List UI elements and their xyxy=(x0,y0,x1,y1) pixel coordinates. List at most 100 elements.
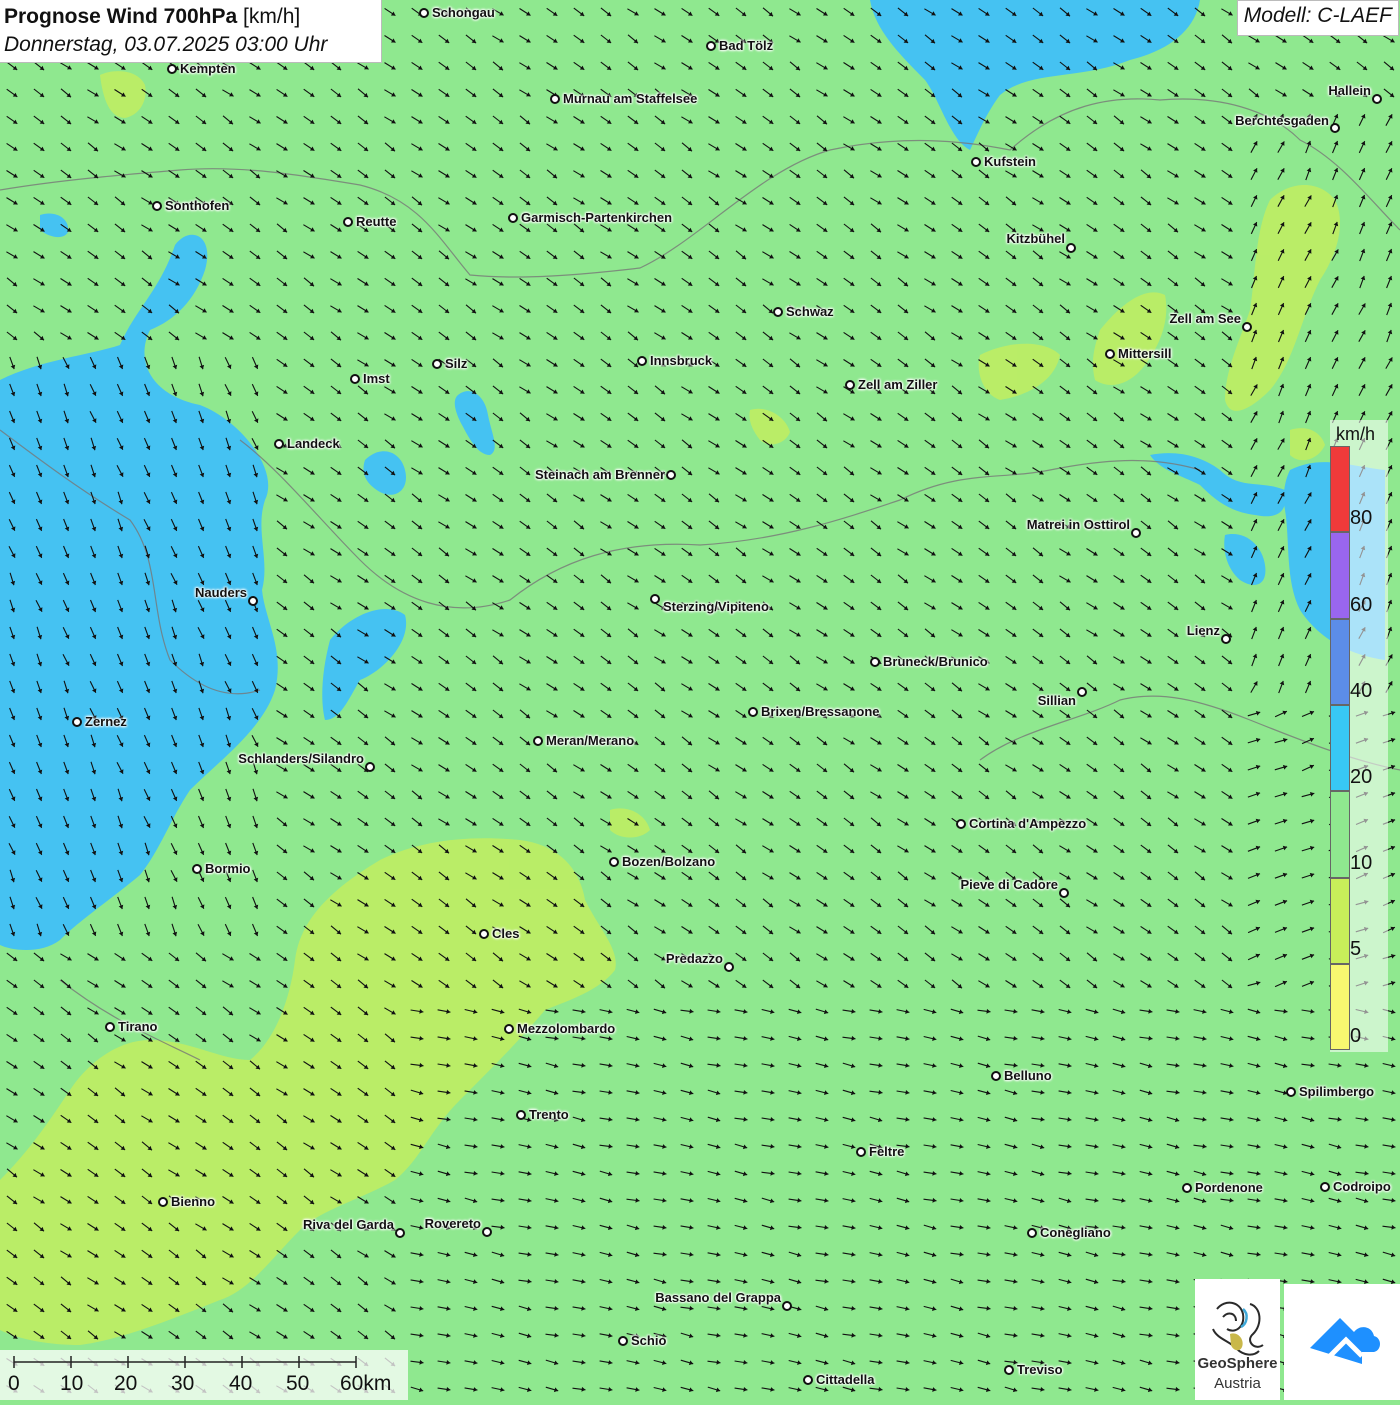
city-label: Kitzbühel xyxy=(1006,231,1066,246)
legend-label: 60 xyxy=(1350,594,1373,616)
city-marker xyxy=(274,439,284,449)
title-box: Prognose Wind 700hPa [km/h] Donnerstag, … xyxy=(0,0,382,63)
city-label: Treviso xyxy=(1017,1362,1063,1377)
legend-swatch xyxy=(1330,964,1350,1050)
city-label: Bienno xyxy=(171,1194,216,1209)
city-label: Schio xyxy=(631,1333,667,1348)
city-label: Feltre xyxy=(869,1144,905,1159)
city-label: Codroipo xyxy=(1333,1179,1391,1194)
cloud-arrow-icon xyxy=(1310,1318,1380,1364)
map-title: Prognose Wind 700hPa [km/h] xyxy=(4,5,301,28)
legend-label: 20 xyxy=(1350,766,1373,788)
city-label: Pordenone xyxy=(1195,1180,1263,1195)
legend-label: 10 xyxy=(1350,852,1373,874)
city-label: Mezzolombardo xyxy=(517,1021,616,1036)
city-label: Kufstein xyxy=(984,154,1036,169)
legend-swatch xyxy=(1330,532,1350,619)
city-label: Belluno xyxy=(1004,1068,1052,1083)
city-label: Meran/Merano xyxy=(546,733,635,748)
city-marker xyxy=(724,962,734,972)
forecast-datetime: Donnerstag, 03.07.2025 03:00 Uhr xyxy=(4,33,328,56)
city-marker xyxy=(637,356,647,366)
city-marker xyxy=(991,1071,1001,1081)
city-marker xyxy=(343,217,353,227)
legend-unit: km/h xyxy=(1336,424,1376,444)
city-marker xyxy=(192,864,202,874)
city-marker xyxy=(479,929,489,939)
legend-swatch xyxy=(1330,705,1350,791)
city-label: Pieve di Cadore xyxy=(960,877,1058,892)
city-marker xyxy=(706,41,716,51)
scale-label: 30 xyxy=(171,1372,195,1395)
city-marker xyxy=(152,201,162,211)
city-marker xyxy=(395,1228,405,1238)
city-label: Tirano xyxy=(118,1019,158,1034)
city-label: Berchtesgaden xyxy=(1235,113,1329,128)
city-label: Cittadella xyxy=(816,1372,875,1387)
city-marker xyxy=(1066,243,1076,253)
city-marker xyxy=(856,1147,866,1157)
legend-label: 80 xyxy=(1350,507,1373,529)
city-marker xyxy=(419,8,429,18)
city-marker xyxy=(350,374,360,384)
city-label: Bormio xyxy=(205,861,251,876)
city-marker xyxy=(845,380,855,390)
city-marker xyxy=(1330,123,1340,133)
city-label: Matrei in Osttirol xyxy=(1026,517,1130,532)
city-label: Sillian xyxy=(1037,693,1076,708)
city-marker xyxy=(803,1375,813,1385)
city-label: Murnau am Staffelsee xyxy=(563,91,698,106)
city-marker xyxy=(516,1110,526,1120)
scale-label: 0 xyxy=(8,1372,20,1395)
city-marker xyxy=(1242,322,1252,332)
app-logo[interactable] xyxy=(1284,1284,1400,1400)
city-label: Schlanders/Silandro xyxy=(238,751,364,766)
city-marker xyxy=(956,819,966,829)
city-label: Landeck xyxy=(287,436,340,451)
city-marker xyxy=(72,717,82,727)
legend-swatch xyxy=(1330,791,1350,878)
scale-label: 10 xyxy=(60,1372,84,1395)
city-marker xyxy=(550,94,560,104)
city-marker xyxy=(971,157,981,167)
city-label: Zell am Ziller xyxy=(858,377,938,392)
city-marker xyxy=(1105,349,1115,359)
model-label: Modell: C-LAEF xyxy=(1236,0,1399,36)
city-label: Mittersill xyxy=(1118,346,1172,361)
city-label: Sterzing/Vipiteno xyxy=(663,599,769,614)
city-label: Zell am See xyxy=(1169,311,1241,326)
legend-label: 0 xyxy=(1350,1025,1362,1047)
city-marker xyxy=(432,359,442,369)
city-label: Imst xyxy=(363,371,390,386)
city-label: Cortina d'Ampezzo xyxy=(969,816,1087,831)
city-marker xyxy=(782,1301,792,1311)
city-marker xyxy=(618,1336,628,1346)
city-label: Garmisch-Partenkirchen xyxy=(521,210,673,225)
city-marker xyxy=(1077,687,1087,697)
city-label: Cles xyxy=(492,926,520,941)
city-marker xyxy=(1221,634,1231,644)
city-label: Lienz xyxy=(1186,623,1220,638)
city-marker xyxy=(650,594,660,604)
legend-swatch xyxy=(1330,619,1350,705)
city-marker xyxy=(748,707,758,717)
city-marker xyxy=(504,1024,514,1034)
legend-swatch xyxy=(1330,878,1350,964)
city-label: Hallein xyxy=(1328,83,1371,98)
city-label: Bruneck/Brunico xyxy=(883,654,988,669)
city-marker xyxy=(167,64,177,74)
city-marker xyxy=(1372,94,1382,104)
city-label: Bad Tölz xyxy=(719,38,774,53)
city-label: Trento xyxy=(529,1107,569,1122)
city-marker xyxy=(870,657,880,667)
city-label: Spilimbergo xyxy=(1299,1084,1375,1099)
city-label: Reutte xyxy=(356,214,397,229)
city-label: Conegliano xyxy=(1040,1225,1111,1240)
city-label: Zernez xyxy=(85,714,127,729)
city-marker xyxy=(609,857,619,867)
city-marker xyxy=(1004,1365,1014,1375)
logo-name-line1: GeoSphere xyxy=(1197,1355,1278,1372)
city-marker xyxy=(248,596,258,606)
city-marker xyxy=(1131,528,1141,538)
city-marker xyxy=(1286,1087,1296,1097)
